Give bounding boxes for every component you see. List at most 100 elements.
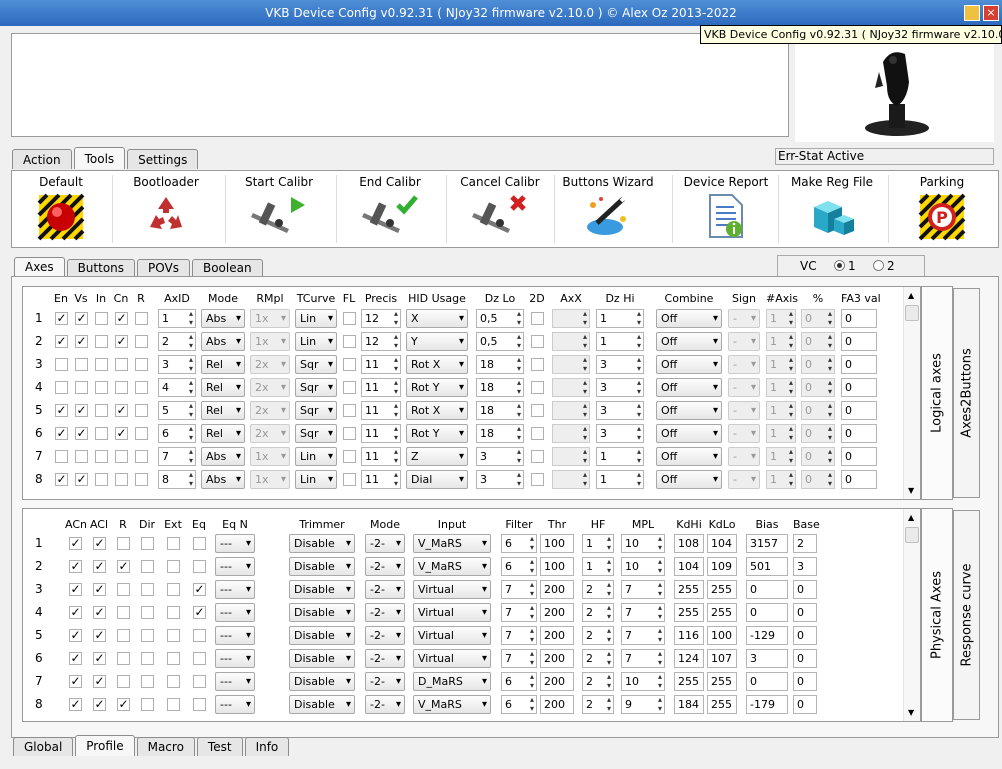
physical-eqn-dropdown[interactable]: ---	[215, 534, 255, 553]
vc-option-1[interactable]: 1	[834, 256, 856, 276]
logical-in-checkbox[interactable]	[95, 358, 108, 371]
logical-axid-field[interactable]: 6	[158, 424, 196, 443]
physical-bias-field[interactable]: 501	[746, 557, 788, 576]
physical-ext-checkbox[interactable]	[167, 537, 180, 550]
physical-thr-field[interactable]: 200	[540, 603, 574, 622]
logical-vs-checkbox[interactable]	[75, 450, 88, 463]
physical-mode-dropdown[interactable]: -2-	[365, 626, 405, 645]
logical-combine-dropdown[interactable]: Off	[656, 378, 722, 397]
logical-r-checkbox[interactable]	[135, 335, 148, 348]
physical-filter-field[interactable]: 6	[501, 534, 537, 553]
logical-mode-dropdown[interactable]: Abs	[201, 309, 245, 328]
physical-r-checkbox[interactable]	[117, 629, 130, 642]
physical-r-checkbox[interactable]	[117, 652, 130, 665]
logical-axid-field[interactable]: 3	[158, 355, 196, 374]
physical-dir-checkbox[interactable]	[141, 698, 154, 711]
physical-dir-checkbox[interactable]	[141, 583, 154, 596]
logical-dzhi-field[interactable]: 1	[596, 447, 644, 466]
tab-axes[interactable]: Axes	[14, 257, 65, 276]
physical-eq-checkbox[interactable]: ✓	[193, 583, 206, 596]
logical-mode-dropdown[interactable]: Rel	[201, 355, 245, 374]
logical-null-checkbox[interactable]	[343, 450, 356, 463]
tab-boolean[interactable]: Boolean	[191, 259, 263, 276]
physical-eqn-dropdown[interactable]: ---	[215, 695, 255, 714]
physical-filter-field[interactable]: 7	[501, 649, 537, 668]
title-bar[interactable]: VKB Device Config v0.92.31 ( NJoy32 firm…	[0, 0, 1002, 26]
physical-filter-field[interactable]: 6	[501, 672, 537, 691]
logical-tcurve-dropdown[interactable]: Sqr	[295, 424, 337, 443]
logical-tcurve-dropdown[interactable]: Lin	[295, 309, 337, 328]
logical-en-checkbox[interactable]	[55, 450, 68, 463]
physical-acl-checkbox[interactable]: ✓	[93, 652, 106, 665]
physical-kdhi-field[interactable]: 108	[674, 534, 704, 553]
tool-default-button[interactable]: Default	[14, 173, 108, 245]
logical-tcurve-dropdown[interactable]: Lin	[295, 470, 337, 489]
physical-mode-dropdown[interactable]: -2-	[365, 649, 405, 668]
physical-kdhi-field[interactable]: 104	[674, 557, 704, 576]
logical-r-checkbox[interactable]	[135, 312, 148, 325]
tab-test[interactable]: Test	[196, 737, 243, 756]
physical-acl-checkbox[interactable]: ✓	[93, 606, 106, 619]
logical-hid-dropdown[interactable]: Rot Y	[406, 378, 468, 397]
logical-fa3-field[interactable]: 0	[841, 447, 877, 466]
logical-axid-field[interactable]: 7	[158, 447, 196, 466]
physical-input-dropdown[interactable]: Virtual	[413, 603, 491, 622]
physical-r-checkbox[interactable]	[117, 675, 130, 688]
physical-eqn-dropdown[interactable]: ---	[215, 626, 255, 645]
logical-null-checkbox[interactable]	[531, 335, 544, 348]
logical-mode-dropdown[interactable]: Abs	[201, 447, 245, 466]
physical-acl-checkbox[interactable]: ✓	[93, 675, 106, 688]
physical-dir-checkbox[interactable]	[141, 629, 154, 642]
tab-response-curve[interactable]: Response curve	[953, 510, 980, 720]
logical-mode-dropdown[interactable]: Abs	[201, 470, 245, 489]
logical-r-checkbox[interactable]	[135, 427, 148, 440]
logical-mode-dropdown[interactable]: Abs	[201, 332, 245, 351]
tab-profile[interactable]: Profile	[75, 735, 135, 756]
physical-acl-checkbox[interactable]: ✓	[93, 583, 106, 596]
physical-base-field[interactable]: 0	[793, 649, 817, 668]
physical-kdlo-field[interactable]: 255	[707, 580, 737, 599]
physical-bias-field[interactable]: 3157	[746, 534, 788, 553]
physical-bias-field[interactable]: 0	[746, 603, 788, 622]
physical-input-dropdown[interactable]: V_MaRS	[413, 557, 491, 576]
tool-bootloader-button[interactable]: Bootloader	[119, 173, 213, 245]
physical-input-dropdown[interactable]: V_MaRS	[413, 534, 491, 553]
logical-in-checkbox[interactable]	[95, 312, 108, 325]
physical-mpl-field[interactable]: 10	[621, 672, 665, 691]
logical-dzhi-field[interactable]: 1	[596, 309, 644, 328]
physical-input-dropdown[interactable]: Virtual	[413, 649, 491, 668]
logical-mode-dropdown[interactable]: Rel	[201, 378, 245, 397]
logical-fa3-field[interactable]: 0	[841, 378, 877, 397]
physical-dir-checkbox[interactable]	[141, 675, 154, 688]
physical-eq-checkbox[interactable]	[193, 698, 206, 711]
physical-hf-field[interactable]: 1	[582, 534, 614, 553]
logical-cn-checkbox[interactable]: ✓	[115, 312, 128, 325]
close-button[interactable]: ×	[983, 5, 999, 21]
physical-acn-checkbox[interactable]: ✓	[69, 652, 82, 665]
tool-start-calibr-button[interactable]: Start Calibr	[232, 173, 326, 245]
physical-ext-checkbox[interactable]	[167, 560, 180, 573]
physical-trimmer-dropdown[interactable]: Disable	[289, 649, 355, 668]
tool-buttons-wizard-button[interactable]: Buttons Wizard	[561, 173, 655, 245]
physical-acl-checkbox[interactable]: ✓	[93, 698, 106, 711]
tab-macro[interactable]: Macro	[136, 737, 195, 756]
physical-ext-checkbox[interactable]	[167, 675, 180, 688]
logical-in-checkbox[interactable]	[95, 473, 108, 486]
scroll-down-icon[interactable]: ▼	[908, 486, 914, 495]
logical-null-checkbox[interactable]	[343, 427, 356, 440]
physical-filter-field[interactable]: 7	[501, 603, 537, 622]
logical-null-checkbox[interactable]	[531, 312, 544, 325]
logical-cn-checkbox[interactable]: ✓	[115, 404, 128, 417]
logical-in-checkbox[interactable]	[95, 427, 108, 440]
tab-physical-axes[interactable]: Physical Axes	[921, 508, 953, 722]
tab-logical-axes[interactable]: Logical axes	[921, 286, 953, 500]
logical-r-checkbox[interactable]	[135, 404, 148, 417]
physical-acl-checkbox[interactable]: ✓	[93, 537, 106, 550]
physical-eq-checkbox[interactable]: ✓	[193, 606, 206, 619]
physical-mpl-field[interactable]: 7	[621, 603, 665, 622]
physical-base-field[interactable]: 0	[793, 580, 817, 599]
physical-mode-dropdown[interactable]: -2-	[365, 557, 405, 576]
physical-kdhi-field[interactable]: 116	[674, 626, 704, 645]
physical-thr-field[interactable]: 200	[540, 695, 574, 714]
physical-scrollbar[interactable]: ▲ ▼	[903, 509, 920, 721]
